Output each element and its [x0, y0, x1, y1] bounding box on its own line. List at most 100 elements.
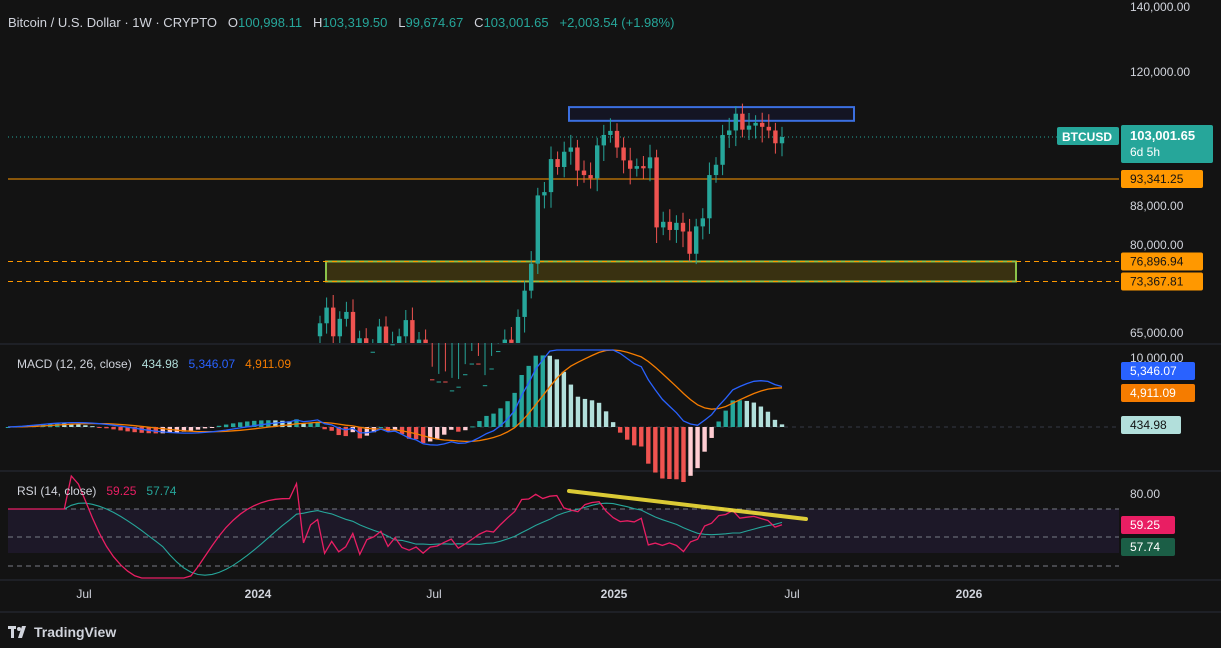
- macd-histogram-bar: [540, 355, 545, 427]
- time-axis-tick: 2025: [601, 587, 628, 601]
- price-candle: [614, 130, 620, 148]
- price-candle: [621, 147, 626, 161]
- macd-histogram-bar: [104, 427, 109, 429]
- price-candle: [443, 381, 448, 383]
- price-candle: [575, 147, 580, 171]
- price-candle: [720, 134, 725, 165]
- macd-histogram-bar: [477, 421, 482, 427]
- price-candle: [548, 159, 554, 193]
- price-candle: [654, 157, 659, 228]
- macd-signal-tag: 4,911.09: [1121, 384, 1195, 402]
- price-candle: [469, 363, 474, 365]
- price-candle: [700, 218, 705, 227]
- macd-histogram-bar: [758, 406, 764, 427]
- price-candle: [562, 151, 567, 167]
- rsi-line-value: 59.25: [106, 484, 137, 498]
- price-axis-tick: 65,000.00: [1130, 326, 1184, 340]
- macd-histogram-bar: [202, 427, 208, 429]
- macd-histogram-bar: [582, 398, 588, 427]
- price-candle: [489, 368, 494, 370]
- price-candle: [661, 221, 666, 228]
- level-price-tag-text: 73,367.81: [1130, 274, 1184, 288]
- macd-histogram-bar: [427, 427, 433, 442]
- rsi-ma-tag: 57.74: [1121, 538, 1175, 556]
- macd-histogram-bar: [709, 427, 714, 438]
- price-candle: [641, 166, 646, 169]
- price-axis-tick: 80,000.00: [1130, 238, 1184, 252]
- price-candle: [535, 195, 540, 264]
- price-candle: [555, 159, 560, 167]
- price-candle: [502, 339, 507, 343]
- price-candle: [727, 130, 732, 135]
- rsi-ma-value: 57.74: [146, 484, 177, 498]
- macd-histogram-bar: [188, 427, 194, 431]
- price-candle: [746, 125, 752, 130]
- price-candle: [628, 160, 633, 169]
- price-candle: [674, 222, 679, 230]
- macd-histogram-bar: [681, 427, 686, 483]
- brand-name: TradingView: [34, 624, 117, 640]
- macd-histogram-bar: [526, 365, 531, 427]
- macd-histogram-bar: [484, 415, 489, 427]
- open-label: O: [227, 15, 238, 30]
- price-candle: [588, 175, 593, 179]
- price-candle: [608, 130, 613, 135]
- macd-histogram-bar: [97, 427, 102, 428]
- price-candle: [687, 231, 692, 254]
- level-price-tag: 76,896.94: [1121, 252, 1203, 271]
- tradingview-logo[interactable]: TradingView: [8, 624, 116, 640]
- price-candle: [595, 145, 600, 179]
- change-value: +2,003.54 (+1.98%): [559, 15, 675, 30]
- macd-histogram-bar: [238, 422, 243, 427]
- time-axis-tick: Jul: [426, 587, 441, 601]
- open-value: 100,998.11: [237, 15, 303, 30]
- price-axis-tick: 120,000.00: [1130, 65, 1190, 79]
- macd-histogram-bar: [751, 402, 757, 427]
- macd-histogram-bar: [603, 411, 609, 427]
- macd-histogram-bar: [216, 425, 222, 427]
- high-label: H: [312, 15, 323, 30]
- low-value: 99,674.67: [405, 15, 464, 30]
- macd-histogram-bar: [435, 427, 440, 439]
- price-axis-tick: 88,000.00: [1130, 199, 1184, 213]
- close-label: C: [474, 15, 484, 30]
- price-candle: [430, 379, 435, 381]
- macd-histogram-bar: [322, 427, 327, 430]
- time-axis-tick: 2024: [245, 587, 272, 601]
- level-price-tag: 93,341.25: [1121, 169, 1203, 188]
- macd-histogram-bar: [456, 427, 461, 432]
- last-price-tag-value: 103,001.65: [1130, 128, 1195, 143]
- macd-histogram-bar: [779, 424, 785, 427]
- price-candle: [383, 326, 389, 343]
- price-candle: [397, 336, 402, 343]
- macd-histogram-value: 434.98: [141, 357, 179, 371]
- price-candle: [740, 113, 745, 130]
- macd-histogram-bar: [568, 384, 574, 427]
- macd-histogram-bar: [308, 423, 313, 427]
- macd-histogram-bar: [463, 427, 468, 431]
- price-candle: [423, 339, 428, 343]
- price-candle: [463, 374, 468, 376]
- price-candle: [337, 318, 342, 337]
- macd-histogram-bar: [667, 427, 672, 480]
- price-candle: [634, 166, 639, 169]
- price-candle: [449, 390, 455, 392]
- price-candle: [760, 122, 765, 127]
- macd-histogram-bar: [470, 426, 475, 428]
- time-axis-tick: Jul: [76, 587, 91, 601]
- support-zone-box[interactable]: [325, 260, 1017, 283]
- macd-histogram-bar: [449, 427, 454, 430]
- macd-histogram-bar: [392, 427, 398, 430]
- price-candle: [773, 130, 778, 144]
- price-candle: [647, 157, 653, 169]
- macd-histogram-bar: [716, 421, 721, 427]
- high-value: 103,319.50: [322, 15, 388, 30]
- macd-histogram-bar: [596, 402, 602, 427]
- price-candle: [694, 226, 699, 254]
- price-candle: [416, 339, 422, 343]
- price-candle: [482, 385, 488, 387]
- resistance-zone-box[interactable]: [568, 106, 855, 122]
- macd-histogram-bar: [259, 420, 264, 427]
- rsi-line-tag-text: 59.25: [1130, 518, 1160, 532]
- price-candle: [509, 339, 514, 343]
